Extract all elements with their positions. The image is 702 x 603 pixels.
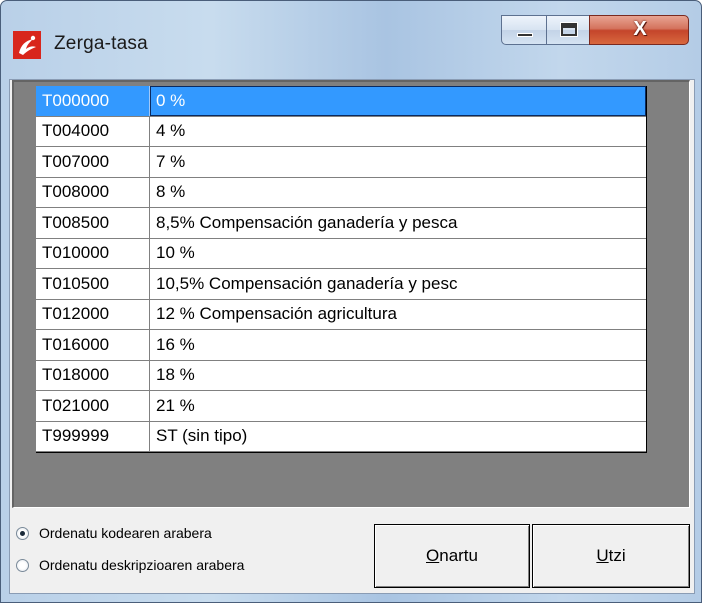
dialog-window: Zerga-tasa X T000000 0 % T004000 4 % T007000… xyxy=(0,0,702,603)
tax-rate-list[interactable]: T000000 0 % T004000 4 % T007000 7 % T008000 8 %… xyxy=(36,86,647,453)
tax-rate-code: T016000 xyxy=(36,330,150,360)
tax-rate-code: T012000 xyxy=(36,299,150,329)
close-icon: X xyxy=(633,18,647,40)
tax-rate-description: ST (sin tipo) xyxy=(156,426,248,446)
tax-rate-description: 8,5% Compensación ganadería y pesca xyxy=(156,212,458,232)
tax-rate-code: T007000 xyxy=(36,147,150,177)
tax-rate-row[interactable]: T018000 18 % xyxy=(36,360,646,391)
tax-rate-code: T021000 xyxy=(36,391,150,421)
tax-rate-description: 18 % xyxy=(156,365,195,385)
window-title: Zerga-tasa xyxy=(54,33,148,54)
tax-rate-description: 16 % xyxy=(156,334,195,354)
sort-by-description-radio[interactable]: Ordenatu deskripzioaren arabera xyxy=(16,557,346,573)
tax-rate-description: 7 % xyxy=(156,151,186,171)
tax-rate-row[interactable]: T007000 7 % xyxy=(36,147,646,178)
cancel-button[interactable]: Utzi xyxy=(532,524,690,588)
title-bar[interactable]: Zerga-tasa X xyxy=(1,1,701,79)
tax-rate-code: T010000 xyxy=(36,238,150,268)
accept-button[interactable]: Onartu xyxy=(374,524,530,588)
cancel-mnemonic: U xyxy=(596,546,609,565)
radio-unchecked-icon[interactable] xyxy=(16,558,29,572)
tax-rate-description: 0 % xyxy=(150,86,646,116)
tax-rate-description: 21 % xyxy=(156,395,195,415)
tax-rate-row[interactable]: T012000 12 % Compensación agricultura xyxy=(36,299,646,330)
tax-rate-description: 12 % Compensación agricultura xyxy=(156,304,397,324)
minimize-button[interactable] xyxy=(501,15,547,45)
tax-rate-row[interactable]: T021000 21 % xyxy=(36,391,646,422)
tax-rate-code: T008500 xyxy=(36,208,150,238)
tax-rate-description: 10,5% Compensación ganadería y pesc xyxy=(156,273,458,293)
tax-rate-row[interactable]: T004000 4 % xyxy=(36,116,646,147)
maximize-icon xyxy=(561,23,577,36)
tax-rate-code: T000000 xyxy=(36,86,150,116)
tax-rate-description: 8 % xyxy=(156,182,186,202)
tax-rate-code: T999999 xyxy=(36,421,150,451)
minimize-icon xyxy=(517,33,533,37)
tax-rate-code: T010500 xyxy=(36,269,150,299)
accept-label: nartu xyxy=(439,546,478,565)
sort-by-code-radio[interactable]: Ordenatu kodearen arabera xyxy=(16,525,346,541)
sort-by-code-label: Ordenatu kodearen arabera xyxy=(39,525,212,541)
caption-buttons: X xyxy=(501,15,691,45)
tax-rate-list-panel[interactable]: T000000 0 % T004000 4 % T007000 7 % T008000 8 %… xyxy=(12,80,690,508)
tax-rate-code: T018000 xyxy=(36,360,150,390)
tax-rate-code: T004000 xyxy=(36,116,150,146)
tax-rate-row[interactable]: T000000 0 % xyxy=(36,86,646,117)
radio-checked-icon[interactable] xyxy=(16,526,29,540)
tax-rate-description: 4 % xyxy=(156,121,186,141)
maximize-button[interactable] xyxy=(546,15,590,45)
tax-rate-row[interactable]: T010000 10 % xyxy=(36,238,646,269)
dialog-client-area: T000000 0 % T004000 4 % T007000 7 % T008000 8 %… xyxy=(9,79,695,594)
tax-rate-row[interactable]: T008500 8,5% Compensación ganadería y pes… xyxy=(36,208,646,239)
tax-rate-row[interactable]: T010500 10,5% Compensación ganadería y pe… xyxy=(36,269,646,300)
tax-rate-description: 10 % xyxy=(156,243,195,263)
accept-mnemonic: O xyxy=(426,546,440,565)
app-logo-icon xyxy=(13,31,41,59)
tax-rate-row[interactable]: T016000 16 % xyxy=(36,330,646,361)
tax-rate-code: T008000 xyxy=(36,177,150,207)
sort-by-description-label: Ordenatu deskripzioaren arabera xyxy=(39,557,245,573)
close-button[interactable]: X xyxy=(589,15,689,45)
tax-rate-row[interactable]: T999999 ST (sin tipo) xyxy=(36,421,646,452)
cancel-label: tzi xyxy=(608,546,626,565)
tax-rate-row[interactable]: T008000 8 % xyxy=(36,177,646,208)
